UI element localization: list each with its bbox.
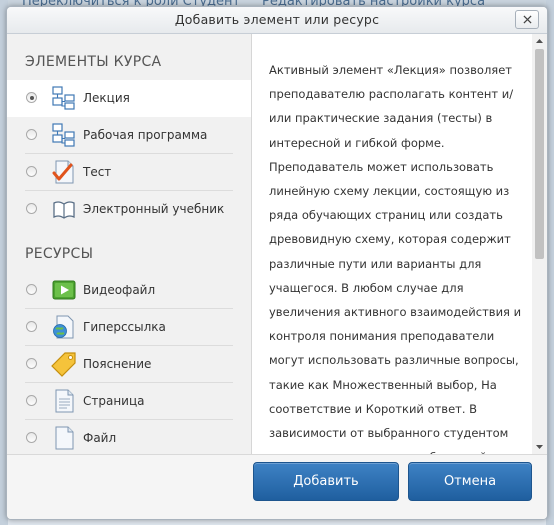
option-workplan[interactable]: Рабочая программа <box>7 117 251 154</box>
option-radio[interactable] <box>26 129 37 140</box>
dialog-title: Добавить элемент или ресурс <box>174 12 380 27</box>
workplan-icon <box>52 123 75 147</box>
book-icon <box>53 201 75 219</box>
option-label: Файл <box>83 431 117 445</box>
scroll-down-arrow-icon[interactable] <box>535 443 544 451</box>
option-radio[interactable] <box>26 92 37 103</box>
option-radio[interactable] <box>26 395 37 406</box>
option-label: Электронный учебник <box>83 202 225 216</box>
option-radio[interactable] <box>26 432 37 443</box>
dialog-header: Добавить элемент или ресурс <box>7 7 547 34</box>
close-button[interactable] <box>515 10 539 29</box>
option-label: Гиперссылка <box>83 320 166 334</box>
option-quiz[interactable]: Тест <box>7 154 251 191</box>
option-label-resource[interactable]: Пояснение <box>7 346 251 383</box>
option-book[interactable]: Электронный учебник <box>7 191 251 228</box>
close-icon <box>522 15 532 24</box>
description-text: Активный элемент «Лекция» позволяет преп… <box>269 63 522 454</box>
description-scrollbar[interactable] <box>532 34 547 454</box>
add-activity-dialog: Добавить элемент или ресурс ЭЛЕМЕНТЫ КУР… <box>6 6 548 520</box>
option-label: Пояснение <box>83 357 152 371</box>
option-label: Тест <box>83 165 112 179</box>
file-icon <box>55 426 74 450</box>
dialog-footer: Добавить Отмена <box>7 454 547 519</box>
option-page[interactable]: Страница <box>7 383 251 420</box>
option-lesson[interactable]: Лекция <box>7 80 251 117</box>
add-button[interactable]: Добавить <box>253 462 399 501</box>
option-url[interactable]: Гиперссылка <box>7 309 251 346</box>
option-radio[interactable] <box>26 166 37 177</box>
option-video[interactable]: Видеофайл <box>7 272 251 309</box>
label-icon <box>51 352 76 377</box>
page-icon <box>55 389 74 413</box>
option-label: Страница <box>83 394 145 408</box>
video-icon <box>52 280 76 300</box>
option-radio[interactable] <box>26 203 37 214</box>
scrollbar-thumb[interactable] <box>535 49 544 259</box>
option-label: Рабочая программа <box>83 128 208 142</box>
cancel-button[interactable]: Отмена <box>408 462 532 501</box>
option-file[interactable]: Файл <box>7 420 251 454</box>
option-label: Лекция <box>83 91 130 105</box>
option-radio[interactable] <box>26 358 37 369</box>
option-radio[interactable] <box>26 284 37 295</box>
scroll-up-arrow-icon[interactable] <box>535 37 544 45</box>
section-title-resources: РЕСУРСЫ <box>25 246 94 262</box>
section-title-activities: ЭЛЕМЕНТЫ КУРСА <box>25 54 162 70</box>
option-label: Видеофайл <box>83 283 156 297</box>
description-panel: Активный элемент «Лекция» позволяет преп… <box>252 34 532 454</box>
url-icon <box>53 315 74 339</box>
quiz-icon <box>52 160 74 184</box>
options-list: ЭЛЕМЕНТЫ КУРСА Лекция Рабочая программа … <box>7 34 252 454</box>
lesson-icon <box>52 86 75 110</box>
option-radio[interactable] <box>26 321 37 332</box>
